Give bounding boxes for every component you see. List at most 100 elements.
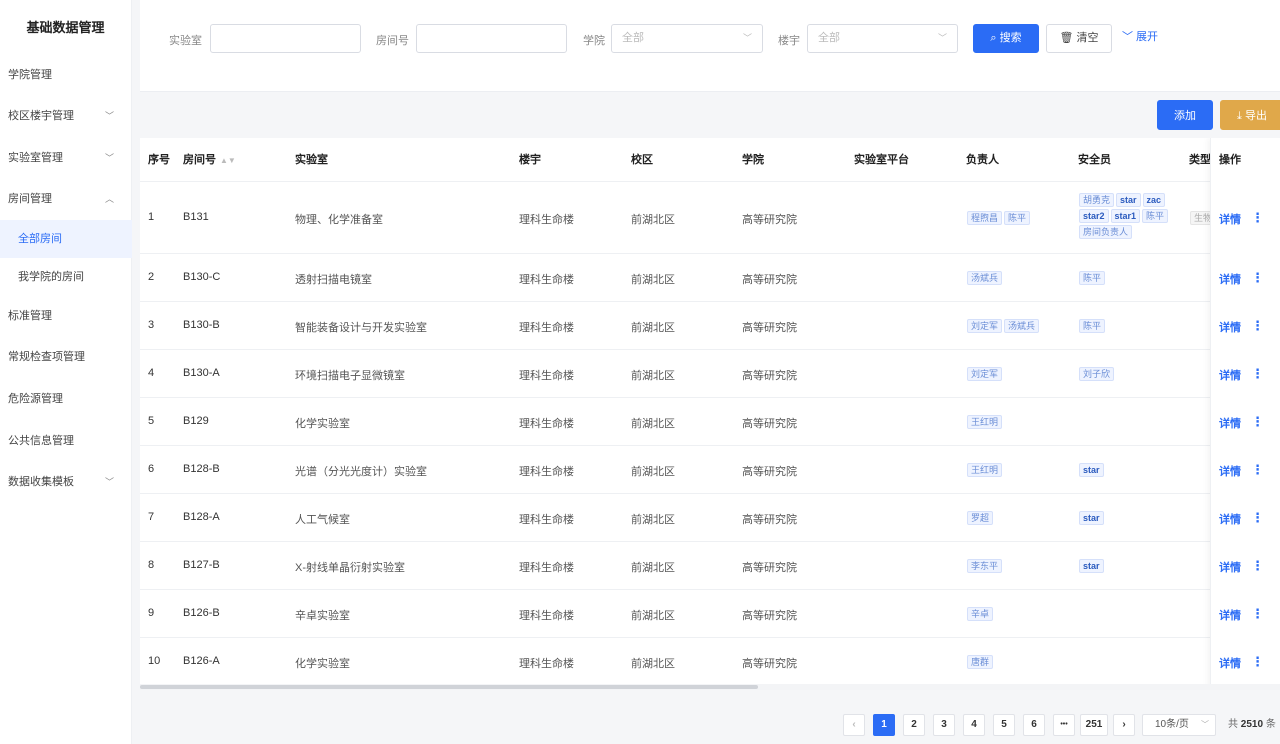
header-room-label: 房间号	[183, 154, 216, 166]
search-button[interactable]: ⌕ 搜索	[973, 24, 1039, 53]
cell-index: 1	[148, 211, 155, 223]
header-building: 楼宇	[519, 154, 541, 166]
sidebar-item-all-rooms[interactable]: 全部房间	[0, 220, 132, 258]
lab-input[interactable]	[210, 24, 361, 53]
cell-building: 理科生命楼	[519, 274, 574, 286]
owner-tag: 程煦昌	[967, 211, 1003, 225]
sidebar-item-college[interactable]: 学院管理	[0, 56, 132, 94]
detail-link[interactable]: 详情	[1219, 367, 1241, 383]
cell-index: 3	[148, 319, 155, 331]
table-row: 6 B128-B 光谱（分光光度计）实验室 理科生命楼 前湖北区 高等研究院 王红明 star	[140, 446, 1280, 494]
cell-owner: 辛卓	[966, 606, 1076, 622]
more-icon[interactable]: ⋮	[1251, 558, 1264, 574]
cell-lab: 人工气候室	[295, 514, 350, 526]
sidebar-item-room[interactable]: 房间管理 ︿	[0, 180, 132, 218]
sidebar-item-label: 校区楼宇管理	[8, 110, 74, 122]
sidebar-item-data-template[interactable]: 数据收集模板 ﹀	[0, 463, 132, 501]
sidebar-item-my-college-rooms[interactable]: 我学院的房间	[0, 258, 132, 296]
chevron-down-icon: ﹀	[937, 33, 947, 43]
page-button-4[interactable]: 4	[963, 714, 985, 736]
cell-index: 6	[148, 463, 155, 475]
horizontal-scrollbar[interactable]	[140, 684, 1280, 690]
more-icon[interactable]: ⋮	[1251, 318, 1264, 334]
page-size-select[interactable]: 10条/页 ﹀	[1142, 714, 1216, 736]
scrollbar-thumb[interactable]	[140, 685, 758, 689]
detail-link[interactable]: 详情	[1219, 463, 1241, 479]
more-icon[interactable]: ⋮	[1251, 462, 1264, 478]
chevron-down-icon: ﹀	[104, 477, 114, 487]
sidebar-item-label: 实验室管理	[8, 152, 63, 164]
detail-link[interactable]: 详情	[1219, 211, 1241, 227]
cell-room: B129	[183, 415, 209, 427]
cell-owner: 刘定军 汤斌兵	[966, 318, 1076, 334]
detail-link[interactable]: 详情	[1219, 271, 1241, 287]
detail-link[interactable]: 详情	[1219, 511, 1241, 527]
page-button-251[interactable]: 251	[1080, 714, 1108, 736]
sidebar-item-label: 危险源管理	[8, 393, 63, 405]
sidebar-item-campus-building[interactable]: 校区楼宇管理 ﹀	[0, 97, 132, 135]
detail-link[interactable]: 详情	[1219, 655, 1241, 671]
detail-link[interactable]: 详情	[1219, 319, 1241, 335]
table-row: 7 B128-A 人工气候室 理科生命楼 前湖北区 高等研究院 罗超 star	[140, 494, 1280, 542]
detail-link[interactable]: 详情	[1219, 415, 1241, 431]
page-button-3[interactable]: 3	[933, 714, 955, 736]
header-room[interactable]: 房间号 ▲▼	[183, 138, 236, 182]
sidebar-item-routine-check[interactable]: 常规检查项管理	[0, 338, 132, 376]
clear-button[interactable]: 🗑 清空	[1046, 24, 1112, 53]
table-row: 2 B130-C 透射扫描电镜室 理科生命楼 前湖北区 高等研究院 汤斌兵 陈平	[140, 254, 1280, 302]
sidebar-item-hazard[interactable]: 危险源管理	[0, 380, 132, 418]
more-icon[interactable]: ⋮	[1251, 510, 1264, 526]
cell-building: 理科生命楼	[519, 610, 574, 622]
sidebar-item-standard[interactable]: 标准管理	[0, 297, 132, 335]
cell-safety: 陈平	[1078, 270, 1178, 286]
more-icon[interactable]: ⋮	[1251, 210, 1264, 226]
cell-campus: 前湖北区	[631, 610, 675, 622]
more-icon[interactable]: ⋮	[1251, 654, 1264, 670]
page-button-5[interactable]: 5	[993, 714, 1015, 736]
safety-tag: star	[1079, 463, 1104, 477]
detail-link[interactable]: 详情	[1219, 559, 1241, 575]
cell-college: 高等研究院	[742, 610, 797, 622]
more-icon[interactable]: ⋮	[1251, 270, 1264, 286]
clear-button-label: 清空	[1076, 32, 1099, 44]
owner-tag: 陈平	[1004, 211, 1031, 225]
cell-college: 高等研究院	[742, 322, 797, 334]
expand-button[interactable]: ﹀ 展开	[1118, 24, 1162, 53]
safety-tag: 陈平	[1079, 271, 1106, 285]
sidebar-item-lab[interactable]: 实验室管理 ﹀	[0, 139, 132, 177]
page-ellipsis[interactable]: •••	[1053, 714, 1075, 736]
building-select[interactable]: 全部 ﹀	[807, 24, 958, 53]
add-button[interactable]: 添加	[1157, 100, 1213, 130]
cell-campus: 前湖北区	[631, 514, 675, 526]
header-type: 类型	[1189, 154, 1211, 166]
detail-link[interactable]: 详情	[1219, 607, 1241, 623]
export-button[interactable]: ⤓ 导出	[1220, 100, 1280, 130]
more-icon[interactable]: ⋮	[1251, 366, 1264, 382]
cell-safety: star	[1078, 462, 1178, 478]
sidebar-item-public-info[interactable]: 公共信息管理	[0, 422, 132, 460]
sort-icon[interactable]: ▲▼	[220, 156, 236, 165]
cell-building: 理科生命楼	[519, 466, 574, 478]
room-input[interactable]	[416, 24, 567, 53]
more-icon[interactable]: ⋮	[1251, 606, 1264, 622]
pagination: ‹ 1 2 3 4 5 6 ••• 251 › 10条/页 ﹀ 共 2510 条	[0, 714, 1280, 736]
table-row: 10 B126-A 化学实验室 理科生命楼 前湖北区 高等研究院 唐群	[140, 638, 1280, 686]
table-row: 8 B127-B X-射线单晶衍射实验室 理科生命楼 前湖北区 高等研究院 李东平 star	[140, 542, 1280, 590]
cell-index: 5	[148, 415, 155, 427]
college-select[interactable]: 全部 ﹀	[611, 24, 763, 53]
prev-page-button[interactable]: ‹	[843, 714, 865, 736]
page-size-value: 10条/页	[1155, 719, 1189, 730]
chevron-down-icon: ﹀	[104, 111, 114, 121]
page-button-2[interactable]: 2	[903, 714, 925, 736]
page-button-6[interactable]: 6	[1023, 714, 1045, 736]
table-row: 3 B130-B 智能装备设计与开发实验室 理科生命楼 前湖北区 高等研究院 刘定军 汤斌兵陈…	[140, 302, 1280, 350]
next-page-button[interactable]: ›	[1113, 714, 1135, 736]
cell-college: 高等研究院	[742, 214, 797, 226]
cell-index: 2	[148, 271, 155, 283]
cell-index: 10	[148, 655, 161, 667]
cell-owner: 汤斌兵	[966, 270, 1076, 286]
cell-campus: 前湖北区	[631, 418, 675, 430]
page-button-1[interactable]: 1	[873, 714, 895, 736]
cell-building: 理科生命楼	[519, 418, 574, 430]
more-icon[interactable]: ⋮	[1251, 414, 1264, 430]
